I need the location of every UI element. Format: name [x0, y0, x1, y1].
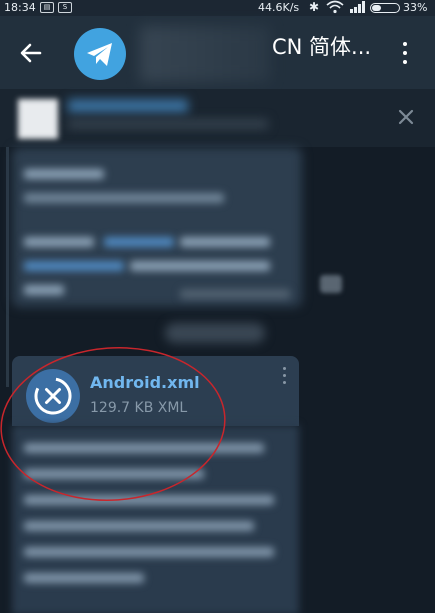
side-accent [6, 147, 9, 387]
message-bubble-redacted [12, 425, 299, 613]
more-vert-icon [283, 367, 286, 370]
status-time: 18:34 [4, 1, 36, 14]
bluetooth-icon: ✱ [309, 0, 320, 14]
forward-icon[interactable] [320, 275, 342, 293]
file-message-bubble[interactable]: Android.xml 129.7 KB XML [12, 356, 299, 426]
message-list[interactable]: Android.xml 129.7 KB XML [0, 147, 435, 613]
file-name[interactable]: Android.xml [90, 373, 200, 392]
app-notification-icon: S [58, 2, 72, 13]
notification-icon: ▤ [40, 2, 54, 13]
network-speed: 44.6K/s [258, 1, 300, 14]
telegram-chat-screen: 18:34 ▤ S 44.6K/s ✱ 33% CN 简体... Android… [0, 0, 435, 613]
pinned-thumbnail [18, 99, 58, 139]
signal-icon [349, 1, 367, 16]
battery-level [372, 5, 381, 11]
close-icon [398, 109, 414, 125]
wifi-icon [326, 0, 344, 17]
arrow-left-icon [20, 43, 42, 63]
file-size-type: 129.7 KB XML [90, 400, 188, 416]
cancel-download-button[interactable] [26, 369, 80, 423]
battery-percent: 33% [403, 1, 428, 14]
paper-plane-icon [87, 43, 112, 66]
chat-avatar[interactable] [74, 28, 126, 80]
file-options-button[interactable] [278, 366, 292, 388]
battery-icon [370, 3, 400, 13]
chat-title-redacted [140, 26, 270, 82]
back-button[interactable] [16, 38, 46, 68]
pinned-title-redacted [68, 99, 188, 113]
close-pinned-button[interactable] [394, 105, 418, 129]
status-bar: 18:34 ▤ S 44.6K/s ✱ 33% [0, 0, 435, 16]
more-options-button[interactable] [396, 40, 414, 66]
pinned-message-bar[interactable] [0, 89, 435, 147]
date-separator [165, 323, 265, 343]
chat-title[interactable]: CN 简体... [272, 31, 371, 61]
pinned-text-redacted [68, 119, 268, 129]
chat-header: CN 简体... [0, 16, 435, 89]
more-vert-icon [403, 42, 407, 46]
cancel-download-icon [34, 377, 72, 415]
